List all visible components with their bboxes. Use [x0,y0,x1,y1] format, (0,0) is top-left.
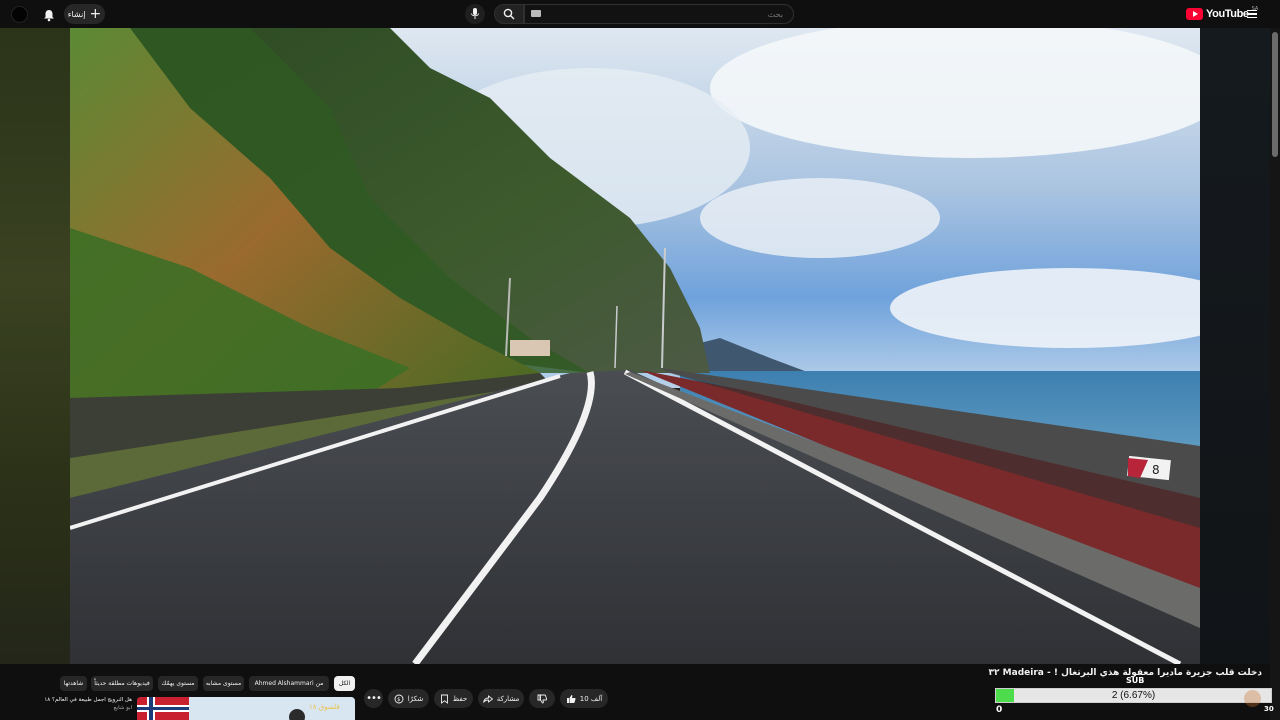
bookmark-icon [440,694,448,704]
notifications-bell-icon[interactable] [40,6,58,24]
chip-from-channel[interactable]: من Ahmed Alshammari [249,676,329,691]
subscriber-goal-progress-bar: 2 (6.67%) [995,688,1272,703]
voice-search-mic-icon[interactable] [465,4,485,24]
like-button[interactable]: 10 آلف [560,689,608,708]
video-frame: 8 [70,28,1200,664]
ambient-glow-right [1200,28,1270,664]
top-bar: إنشاء + YouTube SA [0,0,1280,28]
save-label: حفظ [452,694,468,703]
create-label: إنشاء [67,9,86,19]
video-player[interactable]: 8 [70,28,1200,664]
search-button[interactable] [494,4,524,24]
channel-avatar[interactable] [1244,690,1261,707]
svg-text:$: $ [397,697,400,703]
progress-max: 30 [1264,705,1274,713]
progress-label: SUB [1126,676,1145,685]
share-icon [482,694,493,703]
recommendation-thumbnail[interactable]: فلسوق ١٨ [137,697,355,720]
plus-icon: + [89,6,102,22]
ambient-glow-left [0,28,70,664]
progress-text: 2 (6.67%) [1111,690,1156,701]
thanks-icon: $ [394,694,404,703]
logo-text: YouTube [1206,8,1249,20]
more-actions-button[interactable]: ••• [364,689,383,708]
recommendation-title: هل النرويج أجمل طبيعة في العالم؟ ١٨ [44,697,132,703]
chip-new-videos[interactable]: فيديوهات مطلقة حديثاً [91,676,153,691]
video-title: دخلت قلب جزيرة ماديرا معقولة هذي البرتغا… [988,668,1262,678]
dislike-button[interactable] [529,689,555,708]
chip-all[interactable]: الكل [334,676,355,691]
thanks-label: شكرًا [407,694,424,703]
create-button[interactable]: إنشاء + [64,4,105,24]
thumbs-down-icon [537,694,547,703]
road-sign-text: 8 [1152,463,1160,477]
chip-similar[interactable]: مستوى مشابه [203,676,244,691]
thanks-button[interactable]: $ شكرًا [388,689,429,708]
thumbnail-caption: فلسوق ١٨ [309,703,340,711]
progress-min: 0 [996,705,1003,715]
scrollbar-thumb[interactable] [1272,32,1278,157]
save-button[interactable]: حفظ [434,689,473,708]
thumbs-up-icon [566,694,576,703]
recommendation-channel: ابو شايع [113,704,132,711]
chip-watched[interactable]: شاهدتها [60,676,87,691]
share-button[interactable]: مشاركة [478,689,524,708]
search-icon [503,8,515,20]
share-label: مشاركة [496,694,520,703]
search-input[interactable] [524,4,794,24]
chip-interesting[interactable]: مستوى يهمّك [158,676,198,691]
account-avatar[interactable] [11,6,28,23]
menu-icon[interactable] [1244,6,1260,22]
youtube-play-icon [1186,8,1203,20]
like-count: 10 آلف [579,694,603,703]
recommendation-text[interactable]: هل النرويج أجمل طبيعة في العالم؟ ١٨ ابو … [40,697,132,712]
